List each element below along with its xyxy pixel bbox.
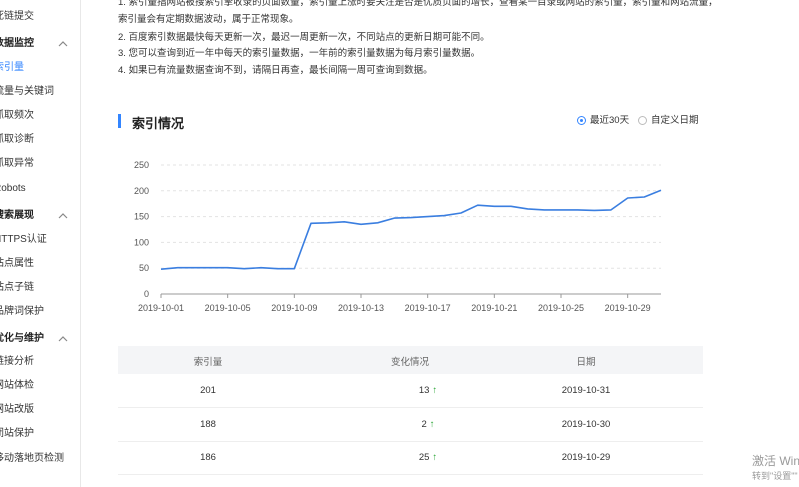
arrow-up-icon: ↑ (432, 385, 438, 396)
radio-unchecked-icon (638, 116, 647, 125)
chevron-up-icon[interactable] (58, 334, 68, 344)
sidebar-item[interactable]: 网站体检 (0, 377, 34, 395)
sidebar-item[interactable]: 抓取频次 (0, 107, 34, 125)
x-tick-label: 2019-10-25 (538, 303, 584, 313)
sidebar-group-header[interactable]: 搜索展现 (0, 207, 34, 225)
sidebar: 死链提交数据监控索引量流量与关键词抓取频次抓取诊断抓取异常 Robots 搜索展现 H… (0, 0, 81, 487)
table-row: 188 2 ↑ 2019-10-30 (118, 408, 703, 442)
sidebar-item[interactable]: 站点子链 (0, 279, 34, 297)
x-tick-label: 2019-10-01 (138, 303, 184, 313)
th-change: 变化情况 (390, 357, 429, 368)
cell-count: 188 (200, 419, 216, 430)
y-tick-label: 50 (139, 263, 149, 273)
table-header: 索引量 变化情况 日期 (118, 346, 703, 374)
sidebar-item[interactable]: 流量与关键词 (0, 83, 54, 101)
sidebar-item[interactable]: 死链提交 (0, 8, 34, 26)
th-count: 索引量 (193, 357, 223, 368)
sidebar-item[interactable]: 站点属性 (0, 255, 34, 273)
y-tick-label: 250 (134, 160, 149, 170)
sidebar-item[interactable]: 抓取诊断 (0, 131, 34, 149)
cell-date: 2019-10-29 (561, 452, 611, 463)
x-tick-label: 2019-10-13 (338, 303, 384, 313)
y-tick-label: 150 (134, 212, 149, 222)
radio-recent-30-days[interactable]: 最近30天 (577, 114, 629, 128)
sidebar-group-header[interactable]: 优化与维护 (0, 330, 44, 348)
activation-watermark-title: 激活 Win (752, 454, 799, 468)
table-row: 201 13 ↑ 2019-10-31 (118, 374, 703, 408)
sidebar-item[interactable]: Robots (0, 180, 26, 198)
table-row: 186 25 ↑ 2019-10-29 (118, 441, 703, 475)
sidebar-item[interactable]: 品牌词保护 (0, 303, 44, 321)
x-tick-label: 2019-10-29 (605, 303, 651, 313)
section-title: 索引情况 (132, 116, 185, 131)
note-line-1b: 索引量会有定期数据波动，属于正常现象。 (118, 14, 299, 25)
cell-change: 2 ↑ (338, 419, 518, 430)
radio-custom-date[interactable]: 自定义日期 (638, 114, 699, 128)
section-accent-bar (118, 114, 121, 128)
y-tick-label: 0 (144, 289, 149, 299)
x-tick-label: 2019-10-09 (271, 303, 317, 313)
cell-count: 201 (200, 385, 216, 396)
cell-change: 13 ↑ (338, 385, 518, 396)
th-date: 日期 (576, 357, 596, 368)
cell-change-value: 2 (421, 419, 427, 430)
note-line-1: 1. 索引量指网站被搜索引擎收录的页面数量，索引量上涨时要关注是否是优质页面的增… (118, 0, 718, 8)
note-line-4: 4. 如果已有流量数据查询不到，请隔日再查，最长间隔一周可查询到数据。 (118, 65, 433, 76)
cell-change-value: 25 (418, 452, 430, 463)
y-tick-label: 200 (134, 186, 149, 196)
series-line (160, 189, 662, 270)
cell-change: 25 ↑ (338, 452, 518, 463)
y-tick-label: 100 (134, 237, 149, 247)
cell-date: 2019-10-31 (561, 385, 611, 396)
sidebar-item[interactable]: 移动落地页检测 (0, 450, 64, 468)
arrow-up-icon: ↑ (429, 419, 435, 430)
arrow-up-icon: ↑ (432, 452, 438, 463)
activation-watermark-subtitle: 转到"设置"" (752, 471, 798, 481)
note-line-2: 2. 百度索引数据最快每天更新一次，最迟一周更新一次，不同站点的更新日期可能不同… (118, 32, 490, 43)
x-tick-label: 2019-10-21 (471, 303, 517, 313)
chevron-up-icon[interactable] (58, 211, 68, 221)
sidebar-item[interactable]: 索引量 (0, 59, 24, 77)
sidebar-group-header[interactable]: 数据监控 (0, 35, 34, 53)
sidebar-item[interactable]: 闭站保护 (0, 425, 34, 443)
cell-change-value: 13 (418, 385, 430, 396)
sidebar-item[interactable]: 链接分析 (0, 353, 34, 371)
section-header: 索引情况 (118, 110, 618, 132)
chevron-up-icon[interactable] (58, 39, 68, 49)
cell-date: 2019-10-30 (561, 419, 611, 430)
sidebar-item[interactable]: HTTPS认证 (0, 231, 47, 249)
cell-count: 186 (200, 452, 216, 463)
radio-checked-icon (577, 116, 586, 125)
note-line-3: 3. 您可以查询到近一年中每天的索引量数据，一年前的索引量数据为每月索引量数据。 (118, 48, 481, 59)
sidebar-item[interactable]: 网站改版 (0, 401, 34, 419)
x-tick-label: 2019-10-17 (405, 303, 451, 313)
index-line-chart: 0 50 100 150 200 250 2019-10-01 2019-10-05 2019-… (134, 160, 662, 313)
radio-custom-label: 自定义日期 (651, 115, 699, 126)
sidebar-item[interactable]: 抓取异常 (0, 155, 34, 173)
radio-recent-label: 最近30天 (590, 115, 630, 126)
x-tick-label: 2019-10-05 (205, 303, 251, 313)
